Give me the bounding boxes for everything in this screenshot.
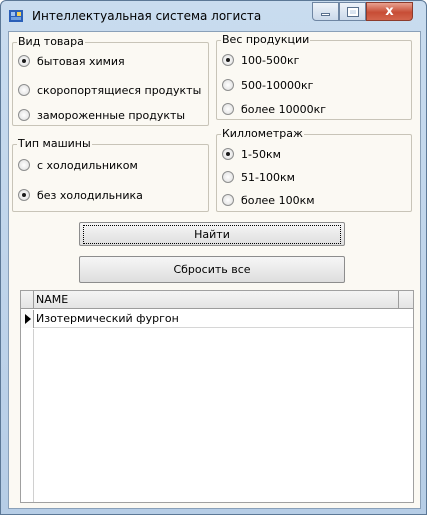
radio-label: 500-10000кг [241, 78, 314, 92]
radio-distance-1-50[interactable]: 1-50км [222, 147, 281, 161]
maximize-icon [346, 6, 359, 17]
radio-label: бытовая химия [37, 54, 125, 68]
radio-icon [18, 55, 30, 67]
radio-label: замороженные продукты [37, 108, 186, 122]
grid-header: NAME [21, 291, 413, 309]
row-indicator [21, 310, 34, 328]
radio-label: более 100км [241, 193, 315, 207]
radio-weight-over-10000[interactable]: более 10000кг [222, 102, 326, 116]
product-type-legend: Вид товара [17, 35, 85, 48]
weight-legend: Вес продукции [221, 33, 311, 46]
radio-label: с холодильником [37, 158, 138, 172]
radio-label: более 10000кг [241, 102, 326, 116]
radio-label: скоропортящиеся продукты [37, 83, 202, 97]
radio-distance-51-100[interactable]: 51-100км [222, 170, 295, 184]
radio-icon [222, 171, 234, 183]
radio-icon [222, 194, 234, 206]
radio-label: 100-500кг [241, 53, 300, 67]
current-row-arrow-icon [25, 314, 31, 324]
header-indicator-cell [21, 291, 34, 309]
app-icon [9, 10, 23, 22]
radio-icon [222, 54, 234, 66]
find-button[interactable]: Найти [79, 222, 345, 246]
product-type-group: Вид товара бытовая химия скоропортящиеся… [12, 35, 209, 126]
radio-label: без холодильника [37, 188, 143, 202]
radio-vehicle-refrigerated[interactable]: с холодильником [18, 158, 138, 172]
weight-group: Вес продукции 100-500кг 500-10000кг боле… [216, 33, 412, 120]
find-button-label: Найти [83, 224, 341, 244]
radio-distance-over-100[interactable]: более 100км [222, 193, 315, 207]
radio-weight-100-500[interactable]: 100-500кг [222, 53, 299, 67]
close-icon: x [385, 4, 394, 19]
radio-product-household-chemicals[interactable]: бытовая химия [18, 54, 125, 68]
reset-all-button-label: Сбросить все [173, 263, 251, 276]
distance-legend: Киллометраж [221, 127, 304, 140]
column-header-name[interactable]: NAME [36, 293, 68, 306]
vehicle-type-legend: Тип машины [17, 137, 92, 150]
results-grid[interactable]: NAME Изотермический фургон [20, 290, 414, 503]
radio-icon [222, 103, 234, 115]
table-row[interactable]: Изотермический фургон [21, 310, 413, 328]
radio-icon [18, 159, 30, 171]
radio-icon [222, 148, 234, 160]
vehicle-type-group: Тип машины с холодильником без холодильн… [12, 137, 209, 212]
title-bar[interactable]: Интеллектуальная система логиста x [1, 1, 426, 31]
reset-all-button[interactable]: Сбросить все [79, 256, 345, 283]
radio-icon [18, 189, 30, 201]
radio-product-perishables[interactable]: скоропортящиеся продукты [18, 83, 201, 97]
minimize-button[interactable] [312, 2, 339, 21]
radio-vehicle-non-refrigerated[interactable]: без холодильника [18, 188, 143, 202]
radio-weight-500-10000[interactable]: 500-10000кг [222, 78, 313, 92]
maximize-button[interactable] [339, 2, 366, 21]
cell-name[interactable]: Изотермический фургон [36, 312, 179, 325]
column-divider [398, 291, 399, 309]
app-window: Интеллектуальная система логиста x Вид т… [0, 0, 427, 515]
form-client-area: Вид товара бытовая химия скоропортящиеся… [8, 31, 421, 509]
distance-group: Киллометраж 1-50км 51-100км более 100км [216, 127, 412, 212]
minimize-icon [321, 13, 330, 16]
close-button[interactable]: x [366, 2, 413, 21]
radio-label: 1-50км [241, 147, 281, 161]
radio-product-frozen[interactable]: замороженные продукты [18, 108, 185, 122]
radio-icon [222, 79, 234, 91]
window-title: Интеллектуальная система логиста [32, 9, 262, 23]
radio-icon [18, 84, 30, 96]
radio-label: 51-100км [241, 170, 295, 184]
grid-empty-indicator-column [21, 329, 34, 502]
radio-icon [18, 109, 30, 121]
